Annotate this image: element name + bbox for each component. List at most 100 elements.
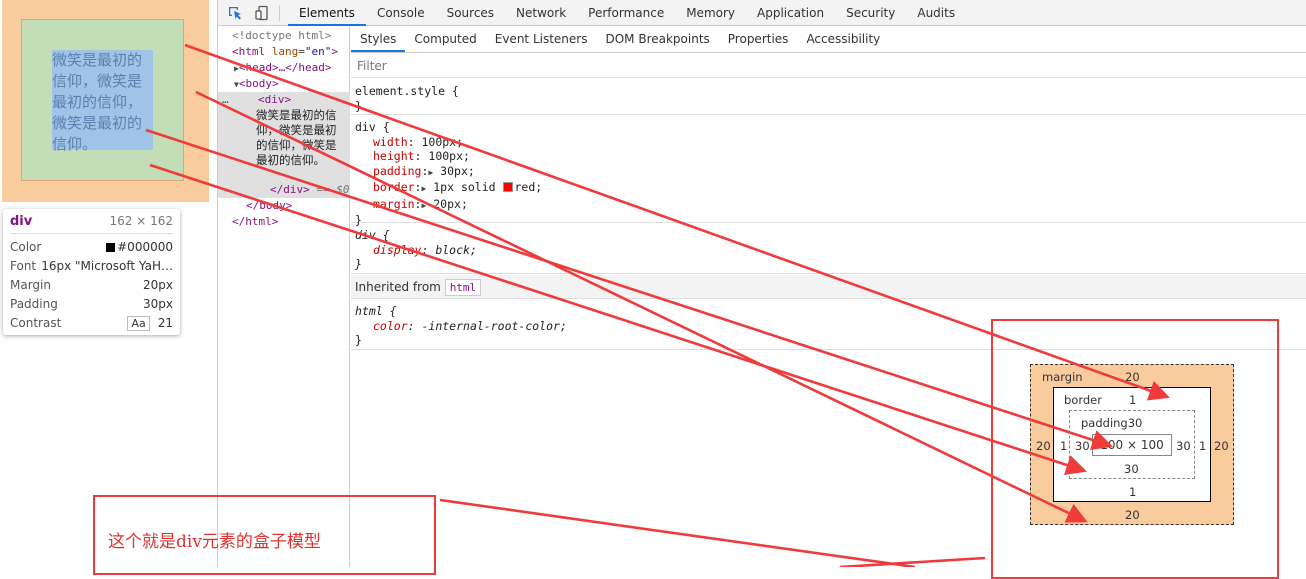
bm-margin-right[interactable]: 20 (1214, 439, 1229, 453)
prop-width-name: width (373, 134, 408, 149)
prop-color-value: -internal-root-color; (421, 318, 567, 333)
bm-margin-top[interactable]: 20 (1125, 370, 1140, 384)
prop-height[interactable]: height: 100px; (355, 149, 1303, 164)
bm-border-top[interactable]: 1 (1129, 393, 1136, 407)
prop-display-name: display (373, 242, 422, 257)
inherited-from-header: Inherited from html (351, 275, 1306, 299)
dom-div-close[interactable]: </div> == $0 (270, 183, 350, 196)
tooltip-margin-label: Margin (10, 277, 51, 292)
tooltip-font-label: Font (10, 258, 37, 273)
subtab-accessibility[interactable]: Accessibility (797, 26, 889, 52)
prop-padding-value: 30px; (440, 163, 475, 178)
tooltip-color-value: #000000 (117, 239, 173, 254)
expand-triangle-icon[interactable]: ▶ (421, 201, 426, 210)
prop-height-value: 100px; (428, 149, 470, 163)
tab-sources[interactable]: Sources (436, 0, 505, 26)
subtab-styles[interactable]: Styles (351, 26, 406, 52)
html-tag: <html (232, 45, 266, 58)
tab-audits[interactable]: Audits (906, 0, 966, 26)
rule-element-style[interactable]: element.style { } (351, 81, 1306, 115)
tab-memory[interactable]: Memory (675, 0, 746, 26)
div-selector: div { (355, 120, 390, 134)
prop-width[interactable]: width: 100px; (355, 135, 1303, 150)
dom-body-open[interactable]: ▼<body> (234, 77, 279, 90)
tab-security[interactable]: Security (835, 0, 906, 26)
prop-margin-value: 20px; (433, 196, 468, 211)
lang-value: "en" (304, 45, 332, 58)
tooltip-font-value: 16px "Microsoft YaH… (41, 258, 173, 273)
annotation-text: 这个就是div元素的盒子模型 (108, 532, 321, 552)
prop-width-value: 100px; (421, 134, 464, 149)
tooltip-color-row: Color #000000 (10, 237, 173, 256)
bm-border-right[interactable]: 1 (1199, 439, 1206, 453)
subtab-computed[interactable]: Computed (405, 26, 485, 52)
contrast-badge: Aa (127, 315, 150, 331)
tab-application[interactable]: Application (746, 0, 835, 26)
prop-padding[interactable]: padding:▶ 30px; (355, 164, 1303, 181)
inspect-icon[interactable] (227, 5, 243, 21)
bm-border-label: border (1064, 393, 1102, 407)
prop-padding-name: padding (373, 163, 422, 178)
ua-div-selector: div { (355, 228, 390, 242)
lang-attr: lang (271, 45, 299, 58)
tooltip-padding-value: 30px (143, 296, 173, 311)
elements-tree: <!doctype html> <html lang="en"> ▶<head>… (218, 26, 350, 567)
bm-padding-bottom[interactable]: 30 (1124, 462, 1139, 476)
bm-margin-left[interactable]: 20 (1036, 439, 1051, 453)
tooltip-font-row: Font 16px "Microsoft YaH… (10, 256, 173, 275)
tooltip-contrast-row: Contrast Aa 21 (10, 313, 173, 332)
bm-padding-right[interactable]: 30 (1176, 439, 1191, 453)
subtab-dom-breakpoints[interactable]: DOM Breakpoints (596, 26, 718, 52)
subtab-properties[interactable]: Properties (719, 26, 798, 52)
prop-border-color: red; (514, 180, 543, 194)
ua-rule-close: } (355, 257, 362, 271)
dom-html-open[interactable]: <html lang="en"> (232, 45, 338, 58)
styles-filter-input[interactable] (351, 54, 1306, 78)
tooltip-margin-row: Margin 20px (10, 275, 173, 294)
inherited-html-link[interactable]: html (444, 279, 482, 296)
prop-display[interactable]: display: block; (355, 243, 1303, 258)
tab-console[interactable]: Console (366, 0, 436, 26)
inspect-tooltip: div 162 × 162 Color #000000 Font 16px "M… (3, 209, 180, 335)
device-toggle-icon[interactable] (254, 5, 270, 21)
box-model-content[interactable]: 100 × 100 (1092, 434, 1172, 456)
color-swatch-icon[interactable] (502, 182, 513, 192)
prop-color-name: color (373, 318, 408, 333)
rule-user-agent-div[interactable]: div { display: block; } (351, 225, 1306, 274)
bm-margin-bottom[interactable]: 20 (1125, 508, 1140, 522)
tab-network[interactable]: Network (505, 0, 577, 26)
prop-border[interactable]: border:▶ 1px solid red; (355, 180, 1303, 197)
sub-tabs: Styles Computed Event Listeners DOM Brea… (351, 26, 1306, 53)
element-style-close: } (355, 98, 362, 113)
body-close-tag: </body> (246, 199, 293, 212)
element-style-selector: element.style { (355, 84, 459, 98)
bm-border-left[interactable]: 1 (1060, 439, 1067, 453)
dom-ellipsis[interactable]: … (222, 93, 229, 106)
body-tag: <body> (238, 77, 279, 90)
bm-border-bottom[interactable]: 1 (1129, 485, 1136, 499)
subtab-event-listeners[interactable]: Event Listeners (486, 26, 597, 52)
dom-doctype[interactable]: <!doctype html> (232, 29, 331, 42)
prop-border-value: 1px solid (433, 180, 496, 194)
dom-body-close[interactable]: </body> (246, 199, 292, 212)
prop-margin[interactable]: margin:▶ 20px; (355, 197, 1303, 214)
tab-performance[interactable]: Performance (577, 0, 675, 26)
expand-triangle-icon[interactable]: ▶ (428, 168, 433, 177)
dom-html-close[interactable]: </html> (232, 215, 278, 228)
tab-elements[interactable]: Elements (288, 0, 366, 26)
dom-div-text[interactable]: 微笑是最初的信仰，微笑是最初的信仰，微笑是最初的信仰。 (256, 108, 346, 168)
page-view: 微笑是最初的信仰，微笑是最初的信仰，微笑是最初的信仰。 div 162 × 16… (0, 0, 217, 567)
rule-div[interactable]: div { width: 100px; height: 100px; paddi… (351, 117, 1306, 227)
tooltip-contrast-value: 21 (157, 315, 173, 330)
main-tabs: Elements Console Sources Network Perform… (288, 0, 966, 26)
devtools-toolbar: Elements Console Sources Network Perform… (218, 0, 1306, 26)
bm-padding-left[interactable]: 30 (1075, 439, 1090, 453)
html-selector: html { (355, 304, 397, 318)
tooltip-tag: div (10, 214, 33, 229)
dom-div-open[interactable]: <div> (258, 93, 291, 106)
color-swatch-icon (106, 242, 116, 252)
expand-triangle-icon[interactable]: ▶ (421, 184, 426, 193)
dom-head[interactable]: ▶<head>…</head> (234, 61, 332, 74)
bm-padding-label[interactable]: padding30 (1081, 416, 1142, 430)
html-rule-close: } (355, 333, 362, 347)
